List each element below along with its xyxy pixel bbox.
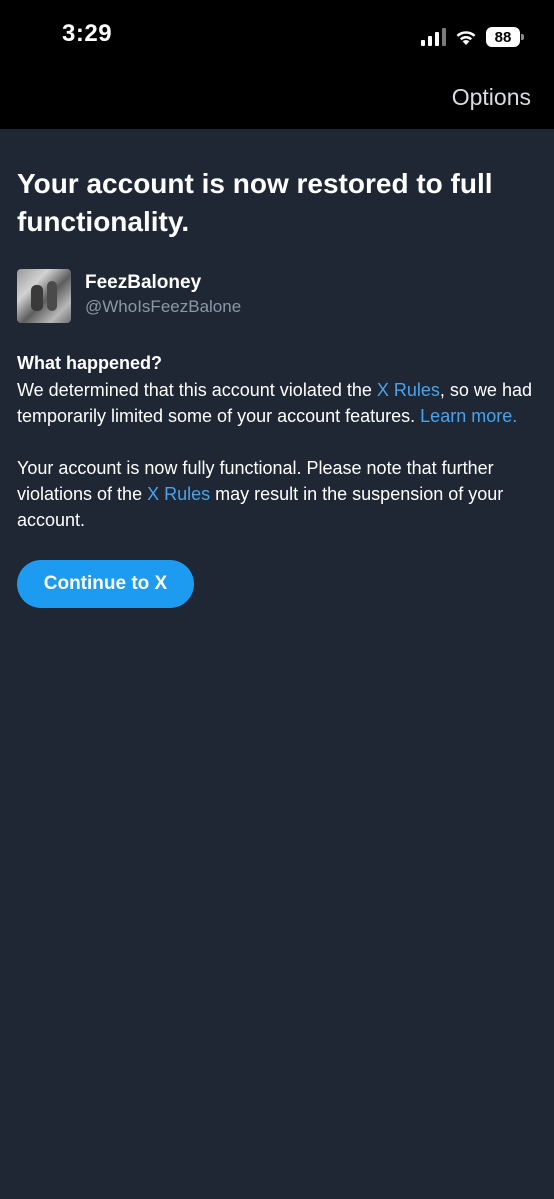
explanation-paragraph: We determined that this account violated…	[17, 377, 537, 429]
account-info: FeezBaloney @WhoIsFeezBalone	[17, 269, 537, 325]
options-button[interactable]: Options	[452, 84, 531, 111]
learn-more-link[interactable]: Learn more.	[420, 406, 517, 426]
account-text: FeezBaloney @WhoIsFeezBalone	[85, 269, 241, 319]
battery-icon: 88	[486, 27, 524, 47]
what-happened-heading: What happened?	[17, 353, 162, 373]
x-rules-link-2[interactable]: X Rules	[147, 484, 210, 504]
battery-level: 88	[494, 28, 512, 46]
status-icons: 88	[421, 24, 524, 50]
display-name: FeezBaloney	[85, 272, 202, 293]
avatar	[17, 269, 71, 323]
explanation-text-start: We determined that this account violated…	[17, 380, 377, 400]
x-rules-link[interactable]: X Rules	[377, 380, 440, 400]
continue-button[interactable]: Continue to X	[17, 560, 194, 608]
top-bar: 3:29 88 Options	[0, 0, 554, 129]
warning-paragraph: Your account is now fully functional. Pl…	[17, 455, 537, 533]
page-title: Your account is now restored to full fun…	[17, 168, 493, 237]
wifi-icon	[454, 28, 478, 46]
account-handle: @WhoIsFeezBalone	[85, 297, 242, 316]
signal-icon	[421, 28, 446, 46]
main-content: Your account is now restored to full fun…	[17, 165, 537, 608]
status-time: 3:29	[62, 20, 113, 47]
